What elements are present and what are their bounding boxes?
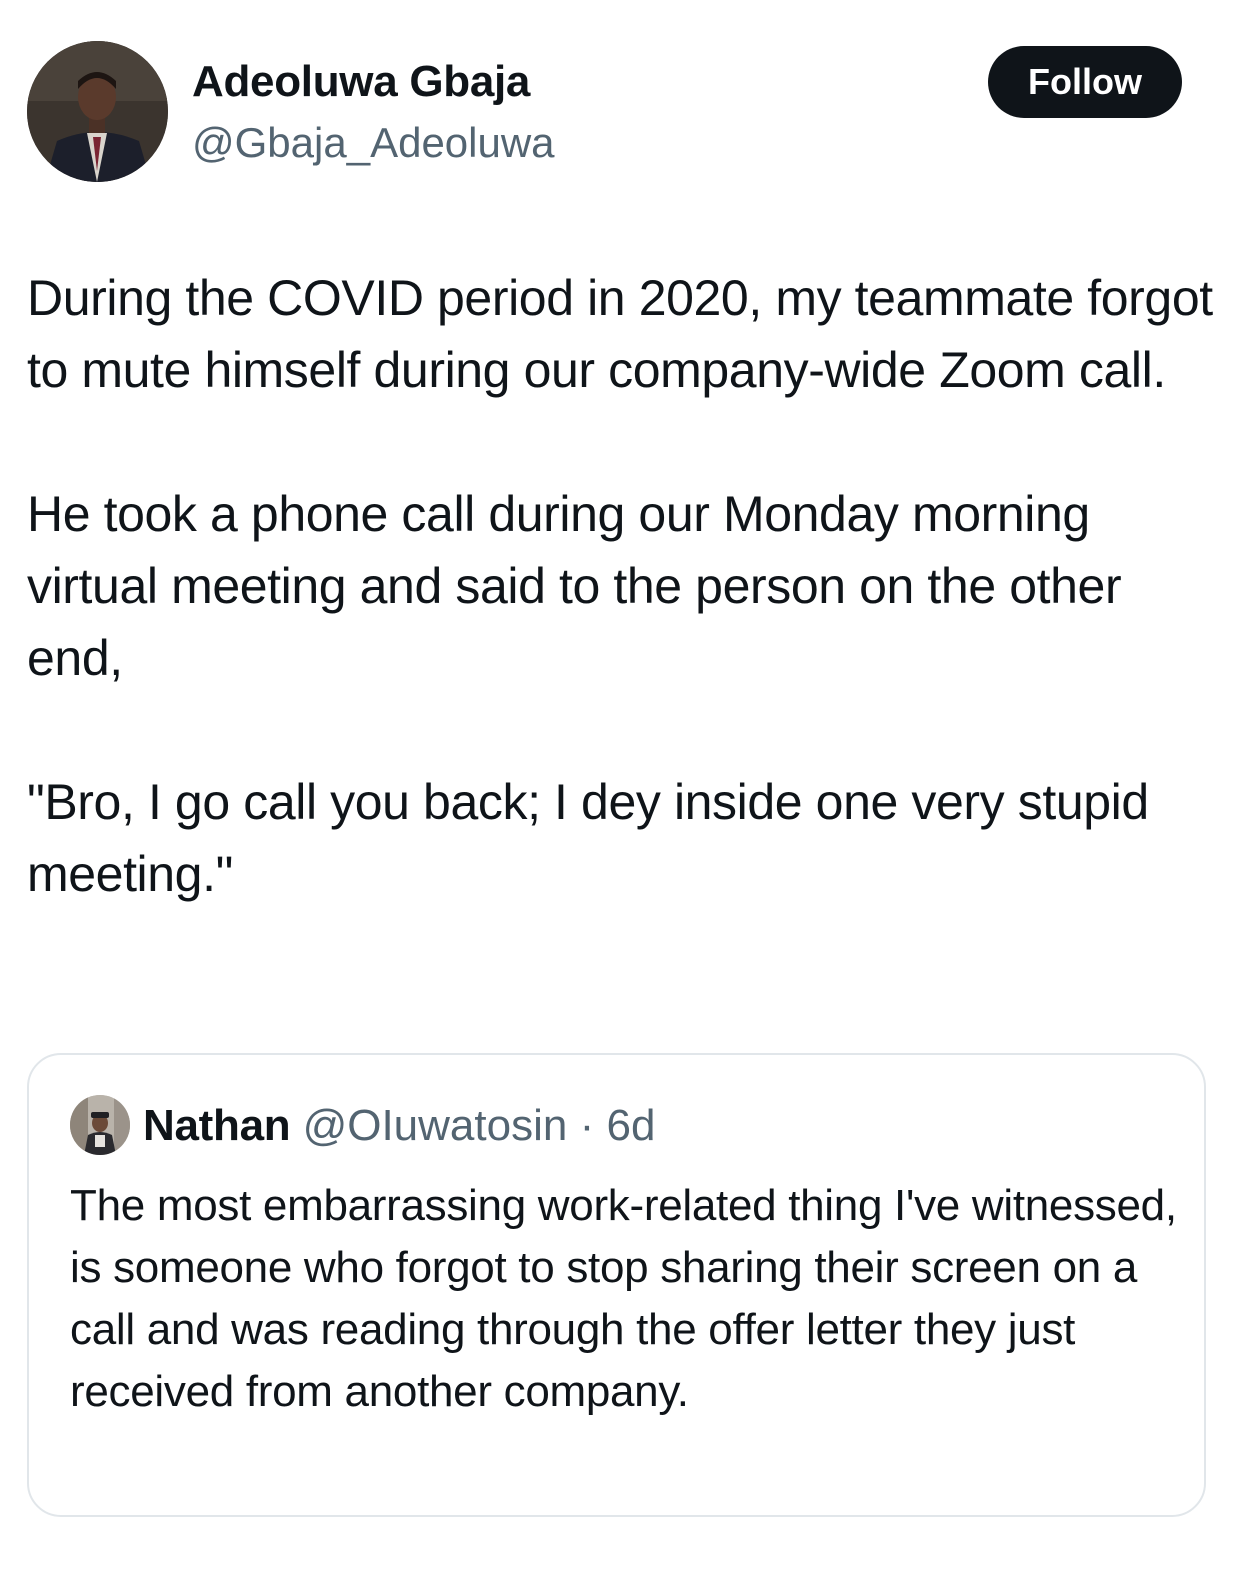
tweet-paragraph: During the COVID period in 2020, my team… bbox=[27, 270, 1213, 398]
quoted-author-handle[interactable]: @OIuwatosin bbox=[303, 1101, 568, 1150]
author-avatar[interactable] bbox=[27, 41, 168, 182]
quoted-author-avatar[interactable] bbox=[70, 1095, 130, 1155]
quoted-tweet-time[interactable]: 6d bbox=[606, 1101, 655, 1150]
tweet-paragraph: He took a phone call during our Monday m… bbox=[27, 486, 1122, 686]
quoted-tweet-card[interactable]: Nathan @OIuwatosin · 6d The most embarra… bbox=[27, 1053, 1206, 1517]
tweet-text: During the COVID period in 2020, my team… bbox=[27, 262, 1217, 910]
quoted-tweet-header: Nathan @OIuwatosin · 6d bbox=[143, 1099, 655, 1153]
follow-button[interactable]: Follow bbox=[988, 46, 1182, 118]
author-name[interactable]: Adeoluwa Gbaja bbox=[192, 55, 530, 109]
separator-dot: · bbox=[579, 1101, 595, 1150]
tweet: Adeoluwa Gbaja @Gbaja_Adeoluwa Follow Du… bbox=[0, 0, 1242, 1580]
tweet-paragraph: "Bro, I go call you back; I dey inside o… bbox=[27, 774, 1149, 902]
quoted-avatar-image bbox=[70, 1095, 130, 1155]
quoted-author-name[interactable]: Nathan bbox=[143, 1101, 291, 1150]
author-handle[interactable]: @Gbaja_Adeoluwa bbox=[192, 117, 555, 169]
quoted-tweet-text: The most embarrassing work-related thing… bbox=[70, 1181, 1177, 1416]
author-avatar-image bbox=[27, 41, 168, 182]
